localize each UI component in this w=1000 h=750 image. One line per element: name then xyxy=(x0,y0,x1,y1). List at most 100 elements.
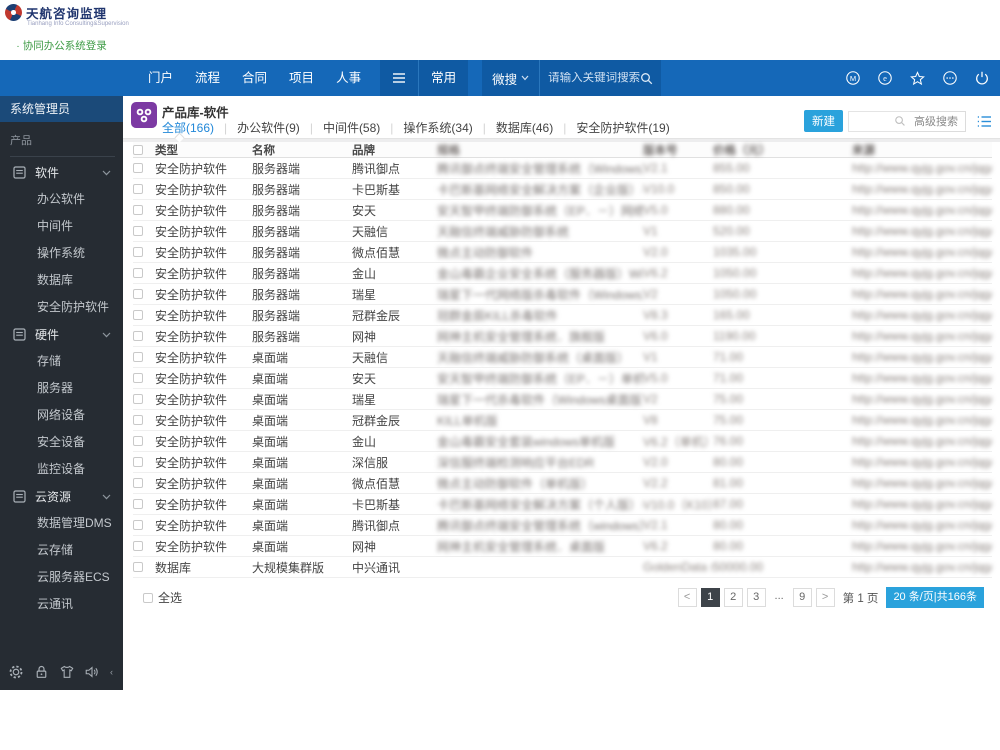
row-checkbox[interactable] xyxy=(133,331,143,341)
m-badge-icon[interactable]: M xyxy=(845,70,861,86)
sidebar-role[interactable]: 系统管理员 xyxy=(0,96,123,122)
sidebar-group-header[interactable]: 云资源 xyxy=(0,483,123,510)
sidebar-group-label: 云资源 xyxy=(35,490,72,504)
row-checkbox[interactable] xyxy=(133,163,143,173)
sidebar-item[interactable]: 操作系统 xyxy=(0,240,123,267)
advanced-search-button[interactable]: 高级搜索 xyxy=(906,110,966,132)
row-checkbox[interactable] xyxy=(133,352,143,362)
row-checkbox[interactable] xyxy=(133,562,143,572)
volume-icon[interactable] xyxy=(84,664,100,680)
sidebar-item[interactable]: 网络设备 xyxy=(0,402,123,429)
settings-gear-icon[interactable] xyxy=(8,664,24,680)
lock-icon[interactable] xyxy=(34,664,49,680)
page-9-button[interactable]: 9 xyxy=(792,588,812,607)
nav-contract[interactable]: 合同 xyxy=(231,60,278,96)
table-row[interactable]: 安全防护软件 桌面端 金山 金山毒霸安全套装windows单机版 V6.2（单机… xyxy=(133,431,992,452)
row-checkbox[interactable] xyxy=(133,520,143,530)
sidebar-item[interactable]: 云通讯 xyxy=(0,591,123,618)
search-icon[interactable] xyxy=(640,72,653,85)
tab-security-software[interactable]: 安全防护软件(19) xyxy=(553,119,669,136)
row-checkbox[interactable] xyxy=(133,289,143,299)
row-checkbox[interactable] xyxy=(133,226,143,236)
sidebar-item[interactable]: 中间件 xyxy=(0,213,123,240)
collapse-icon[interactable]: ‹ xyxy=(110,667,113,677)
theme-shirt-icon[interactable] xyxy=(59,664,75,680)
table-row[interactable]: 安全防护软件 桌面端 瑞星 瑞星下一代杀毒软件（Windows桌面版） V2 7… xyxy=(133,389,992,410)
table-row[interactable]: 安全防护软件 桌面端 卡巴斯基 卡巴斯基网络安全解决方案（个人版）- 标准… V… xyxy=(133,494,992,515)
row-checkbox[interactable] xyxy=(133,457,143,467)
global-search-input[interactable] xyxy=(548,72,641,84)
table-row[interactable]: 安全防护软件 服务器端 网神 网神主机安全管理系统．旗舰版 V6.0 1190.… xyxy=(133,326,992,347)
tab-database[interactable]: 数据库(46) xyxy=(473,119,553,136)
nav-favorites[interactable]: 常用 xyxy=(419,60,468,96)
sidebar-item[interactable]: 存储 xyxy=(0,348,123,375)
table-row[interactable]: 数据库 大规模集群版 中兴通讯 GoldenData s… 50000.00 h… xyxy=(133,557,992,578)
table-row[interactable]: 安全防护软件 服务器端 微点佰慧 微点主动防御软件 V2.0 1035.00 h… xyxy=(133,242,992,263)
table-row[interactable]: 安全防护软件 服务器端 冠群金辰 冠群金辰KILL杀毒软件 V8.3 165.0… xyxy=(133,305,992,326)
row-checkbox[interactable] xyxy=(133,541,143,551)
menu-hamburger-icon[interactable] xyxy=(380,60,420,96)
row-checkbox[interactable] xyxy=(133,268,143,278)
sidebar-group-header[interactable]: 软件 xyxy=(0,159,123,186)
page-2-button[interactable]: 2 xyxy=(723,588,743,607)
table-row[interactable]: 安全防护软件 桌面端 深信服 深信服终端检测响应平台EDR V2.0 80.00… xyxy=(133,452,992,473)
sidebar-item[interactable]: 服务器 xyxy=(0,375,123,402)
tab-all[interactable]: 全部(166) xyxy=(162,119,214,136)
table-row[interactable]: 安全防护软件 服务器端 卡巴斯基 卡巴斯基网络安全解决方案（企业版）- 标准… … xyxy=(133,179,992,200)
sidebar-item[interactable]: 数据库 xyxy=(0,267,123,294)
tab-os[interactable]: 操作系统(34) xyxy=(380,119,472,136)
sidebar-item[interactable]: 办公软件 xyxy=(0,186,123,213)
row-checkbox[interactable] xyxy=(133,205,143,215)
table-row[interactable]: 安全防护软件 桌面端 微点佰慧 微点主动防御软件（单机版） V2.2 81.00… xyxy=(133,473,992,494)
row-checkbox[interactable] xyxy=(133,373,143,383)
table-row[interactable]: 安全防护软件 服务器端 天融信 天融信终端威胁防御系统 V1 520.00 ht… xyxy=(133,221,992,242)
row-checkbox[interactable] xyxy=(133,436,143,446)
select-all[interactable]: 全选 xyxy=(143,589,182,606)
page-1-button[interactable]: 1 xyxy=(700,588,720,607)
table-row[interactable]: 安全防护软件 桌面端 网神 网神主机安全管理系统．桌面版 V6.2 80.00 … xyxy=(133,536,992,557)
table-row[interactable]: 安全防护软件 服务器端 安天 安天智甲终端防御系统（EP．－）网络版 V5.0 … xyxy=(133,200,992,221)
row-checkbox[interactable] xyxy=(133,310,143,320)
table-row[interactable]: 安全防护软件 服务器端 瑞星 瑞星下一代网络版杀毒软件（Windows服务器） … xyxy=(133,284,992,305)
table-row[interactable]: 安全防护软件 桌面端 腾讯御点 腾讯御点终端安全管理系统（windows）/ V… xyxy=(133,515,992,536)
new-button[interactable]: 新建 xyxy=(804,110,843,132)
power-icon[interactable] xyxy=(974,70,990,86)
nav-project[interactable]: 项目 xyxy=(278,60,325,96)
sidebar-item[interactable]: 云存储 xyxy=(0,537,123,564)
prev-page-button[interactable]: < xyxy=(677,588,697,607)
tab-middleware[interactable]: 中间件(58) xyxy=(300,119,380,136)
tab-office-software[interactable]: 办公软件(9) xyxy=(214,119,300,136)
nav-process[interactable]: 流程 xyxy=(184,60,231,96)
search-icon[interactable] xyxy=(894,115,906,127)
row-checkbox[interactable] xyxy=(133,247,143,257)
nav-portal[interactable]: 门户 xyxy=(137,60,184,96)
more-icon[interactable] xyxy=(942,70,958,86)
row-checkbox[interactable] xyxy=(133,478,143,488)
row-checkbox[interactable] xyxy=(133,184,143,194)
select-all-checkbox[interactable] xyxy=(143,592,153,603)
sidebar-group-header[interactable]: 硬件 xyxy=(0,321,123,348)
sidebar-item[interactable]: 安全设备 xyxy=(0,429,123,456)
page-size-badge[interactable]: 20 条/页|共166条 xyxy=(886,587,984,608)
table-row[interactable]: 安全防护软件 桌面端 冠群金辰 KILL单机版 V8 75.00 http://… xyxy=(133,410,992,431)
nav-hr[interactable]: 人事 xyxy=(325,60,372,96)
select-all-header-checkbox[interactable] xyxy=(133,144,143,155)
row-checkbox[interactable] xyxy=(133,394,143,404)
row-checkbox[interactable] xyxy=(133,499,143,509)
sidebar-item[interactable]: 数据管理DMS xyxy=(0,510,123,537)
next-page-button[interactable]: > xyxy=(815,588,835,607)
table-row[interactable]: 安全防护软件 服务器端 金山 金山毒霸企业安全系统（服务器版）Windows网络… xyxy=(133,263,992,284)
e-message-icon[interactable]: e xyxy=(877,70,893,86)
page-3-button[interactable]: 3 xyxy=(746,588,766,607)
star-icon[interactable] xyxy=(909,70,926,87)
sidebar-item[interactable]: 监控设备 xyxy=(0,456,123,483)
oa-login-link[interactable]: · 协同办公系统登录 xyxy=(0,36,123,58)
search-scope-dropdown[interactable]: 微搜 xyxy=(482,60,541,96)
table-row[interactable]: 安全防护软件 服务器端 腾讯御点 腾讯御点终端安全管理系统（Windows版） … xyxy=(133,158,992,179)
sidebar-item[interactable]: 云服务器ECS xyxy=(0,564,123,591)
list-view-icon[interactable] xyxy=(977,115,992,128)
table-row[interactable]: 安全防护软件 桌面端 安天 安天智甲终端防御系统（EP．－）单机版 V5.0 7… xyxy=(133,368,992,389)
row-checkbox[interactable] xyxy=(133,415,143,425)
sidebar-item[interactable]: 安全防护软件 xyxy=(0,294,123,321)
table-row[interactable]: 安全防护软件 桌面端 天融信 天融信终端威胁防御系统（桌面版） V1 71.00… xyxy=(133,347,992,368)
